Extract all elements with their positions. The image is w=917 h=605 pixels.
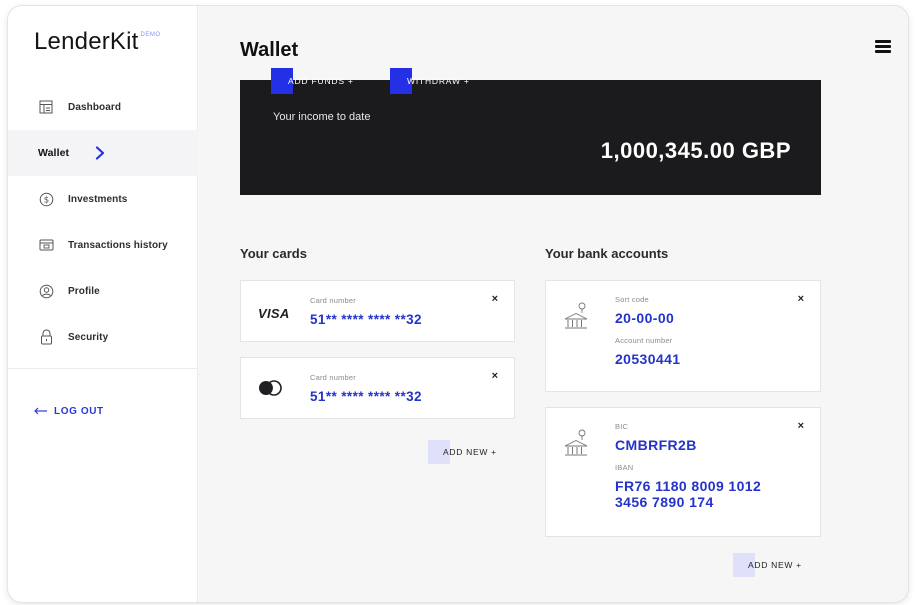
bank-icon [562,428,590,458]
card-item[interactable]: Card number 51** **** **** **32 × [240,357,515,419]
logo-badge: DEMO [140,32,161,38]
logo[interactable]: LenderKit DEMO [34,28,161,56]
bic-label: BIC [615,422,629,431]
sidebar-item-label: Investments [68,193,128,205]
bank-accounts-section-title: Your bank accounts [545,246,669,261]
card-number-label: Card number [310,373,356,382]
close-icon[interactable]: × [492,293,498,305]
menu-icon[interactable] [875,40,891,53]
sidebar-item-label: Profile [68,285,100,297]
page-title: Wallet [240,39,299,61]
logout-button[interactable]: LOG OUT [34,402,104,420]
sidebar-item-label: Transactions history [68,239,168,251]
income-amount: 1,000,345.00 GBP [600,138,791,163]
dollar-coin-icon: $ [38,191,54,207]
logout-label: LOG OUT [54,405,104,417]
sidebar-item-dashboard[interactable]: Dashboard [8,84,198,130]
income-panel: Your income to date 1,000,345.00 GBP [240,80,821,195]
card-item[interactable]: VISA Card number 51** **** **** **32 × [240,280,515,342]
bank-account-item[interactable]: Sort code 20-00-00 Account number 205304… [545,280,821,392]
income-caption: Your income to date [273,111,371,123]
sidebar-nav: Dashboard Wallet $ Investments Transacti… [8,84,198,360]
arrow-left-icon [34,402,48,420]
sidebar-item-label: Dashboard [68,101,122,113]
user-circle-icon [38,283,54,299]
close-icon[interactable]: × [798,293,804,305]
sidebar-item-profile[interactable]: Profile [8,268,198,314]
sidebar-divider [8,368,198,369]
bic-value: CMBRFR2B [615,437,697,453]
sidebar-item-investments[interactable]: $ Investments [8,176,198,222]
sort-code-label: Sort code [615,295,649,304]
withdraw-label: WITHDRAW + [407,76,470,86]
visa-logo: VISA [258,306,290,321]
logo-text: LenderKit [34,28,139,55]
bank-account-item[interactable]: BIC CMBRFR2B IBAN FR76 1180 8009 1012 34… [545,407,821,537]
chevron-right-icon [95,146,105,160]
account-number-value: 20530441 [615,351,681,367]
app-window: LenderKit DEMO Dashboard Wallet $ Investm… [8,6,908,602]
iban-label: IBAN [615,463,634,472]
add-funds-button[interactable]: ADD FUNDS + [271,68,354,94]
lock-icon [38,329,54,345]
sidebar-item-label: Security [68,331,109,343]
cards-section-title: Your cards [240,246,307,261]
sidebar-item-transactions[interactable]: Transactions history [8,222,198,268]
iban-value-line2: 3456 7890 174 [615,494,714,510]
add-bank-account-button[interactable]: ADD NEW + [733,553,802,577]
sidebar-item-wallet[interactable]: Wallet [8,130,198,176]
account-number-label: Account number [615,336,673,345]
sort-code-value: 20-00-00 [615,310,675,326]
card-number: 51** **** **** **32 [310,312,422,327]
sidebar: LenderKit DEMO Dashboard Wallet $ Investm… [8,6,198,602]
wallet-card-icon [38,237,54,253]
bank-icon [562,301,590,331]
card-number-label: Card number [310,296,356,305]
sidebar-item-label: Wallet [38,147,70,159]
add-card-label: ADD NEW + [443,447,497,457]
mastercard-icon [258,380,282,401]
iban-value-line1: FR76 1180 8009 1012 [615,478,762,494]
svg-text:$: $ [43,195,48,205]
add-card-button[interactable]: ADD NEW + [428,440,497,464]
add-funds-label: ADD FUNDS + [288,76,354,86]
add-bank-account-label: ADD NEW + [748,560,802,570]
close-icon[interactable]: × [492,370,498,382]
sidebar-item-security[interactable]: Security [8,314,198,360]
dashboard-icon [38,99,54,115]
card-number: 51** **** **** **32 [310,389,422,404]
withdraw-button[interactable]: WITHDRAW + [390,68,470,94]
close-icon[interactable]: × [798,420,804,432]
